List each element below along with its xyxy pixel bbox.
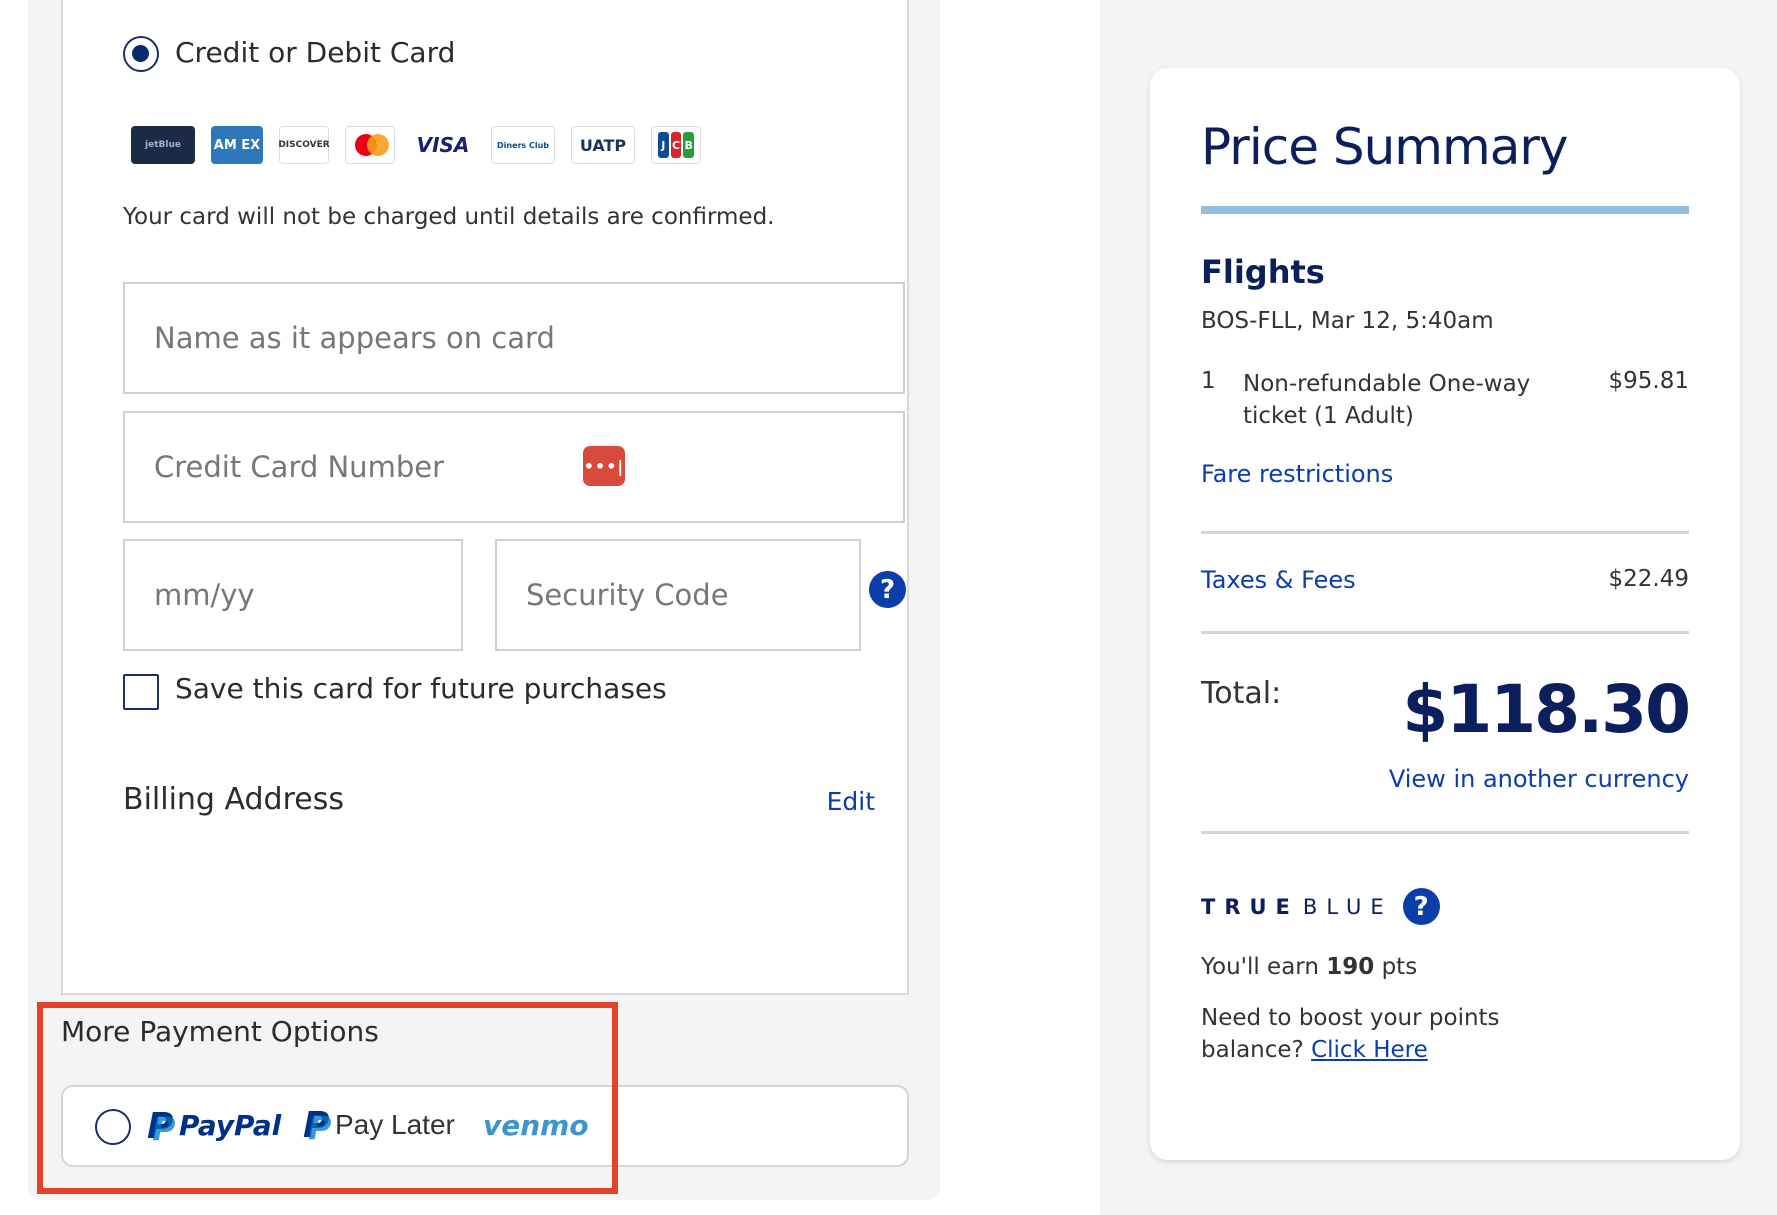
trueblue-bold: TRUE	[1201, 894, 1299, 919]
security-code-help-icon[interactable]: ?	[869, 571, 906, 608]
trueblue-light: BLUE	[1302, 894, 1393, 919]
amex-logo: AM EX	[211, 126, 263, 164]
save-card-label: Save this card for future purchases	[175, 672, 667, 705]
earn-suffix: pts	[1374, 954, 1418, 980]
expiry-input[interactable]: mm/yy	[123, 539, 463, 651]
charge-notice: Your card will not be charged until deta…	[123, 204, 775, 230]
name-on-card-placeholder: Name as it appears on card	[154, 321, 555, 355]
billing-section: Billing Address Edit	[63, 777, 907, 997]
save-card-checkbox[interactable]	[123, 674, 159, 710]
boost-line-1: Need to boost your points	[1201, 1005, 1500, 1031]
view-currency-link[interactable]: View in another currency	[1389, 765, 1689, 793]
card-number-input[interactable]: Credit Card Number •••|	[123, 411, 905, 523]
billing-address-title: Billing Address	[123, 782, 344, 817]
name-on-card-input[interactable]: Name as it appears on card	[123, 282, 905, 394]
boost-points-text: Need to boost your points balance? Click…	[1201, 1002, 1500, 1066]
jetblue-card-logo: jetBlue	[131, 126, 195, 164]
trueblue-logo: TRUE BLUE ?	[1201, 888, 1440, 925]
separator	[1201, 531, 1689, 534]
password-manager-icon[interactable]: •••|	[583, 446, 625, 486]
earn-points: 190	[1326, 954, 1375, 980]
visa-logo: VISA	[411, 126, 475, 164]
ticket-description-line-2: ticket (1 Adult)	[1243, 403, 1414, 429]
flights-title: Flights	[1201, 253, 1325, 291]
title-accent-bar	[1201, 206, 1689, 214]
security-code-input[interactable]: Security Code	[495, 539, 861, 651]
points-earned: You'll earn 190 pts	[1201, 954, 1417, 980]
boost-line-2: balance?	[1201, 1037, 1312, 1063]
total-label: Total:	[1201, 676, 1282, 711]
total-amount: $118.30	[1402, 671, 1691, 748]
card-logos: jetBlue AM EX DISCOVER VISA Diners Club …	[131, 126, 701, 166]
expiry-placeholder: mm/yy	[154, 578, 255, 612]
card-number-placeholder: Credit Card Number	[154, 450, 444, 484]
diners-club-logo: Diners Club	[491, 126, 555, 164]
credit-card-label: Credit or Debit Card	[175, 36, 456, 69]
ticket-description-line-1: Non-refundable One-way	[1243, 371, 1531, 397]
card-payment-box: Credit or Debit Card jetBlue AM EX DISCO…	[61, 0, 909, 995]
trueblue-help-icon[interactable]: ?	[1402, 888, 1440, 925]
fare-restrictions-link[interactable]: Fare restrictions	[1201, 460, 1393, 488]
price-summary-card: Price Summary Flights BOS-FLL, Mar 12, 5…	[1150, 68, 1740, 1160]
separator	[1201, 631, 1689, 634]
jcb-logo: JCB	[651, 126, 701, 164]
separator	[1201, 831, 1689, 834]
taxes-fees-link[interactable]: Taxes & Fees	[1201, 566, 1356, 594]
mastercard-logo	[345, 126, 395, 164]
ticket-description: Non-refundable One-way ticket (1 Adult)	[1243, 368, 1530, 432]
credit-card-radio[interactable]	[123, 36, 159, 72]
price-summary-title: Price Summary	[1201, 118, 1568, 176]
taxes-fees-value: $22.49	[1608, 566, 1689, 592]
ticket-quantity: 1	[1201, 368, 1216, 394]
click-here-link[interactable]: Click Here	[1311, 1037, 1428, 1063]
security-code-placeholder: Security Code	[526, 578, 729, 612]
discover-logo: DISCOVER	[278, 126, 330, 164]
earn-prefix: You'll earn	[1201, 954, 1327, 980]
ticket-price: $95.81	[1608, 368, 1689, 394]
flight-route: BOS-FLL, Mar 12, 5:40am	[1201, 308, 1494, 334]
billing-edit-link[interactable]: Edit	[827, 787, 875, 816]
highlight-box	[37, 1002, 618, 1194]
uatp-logo: UATP	[571, 126, 635, 164]
